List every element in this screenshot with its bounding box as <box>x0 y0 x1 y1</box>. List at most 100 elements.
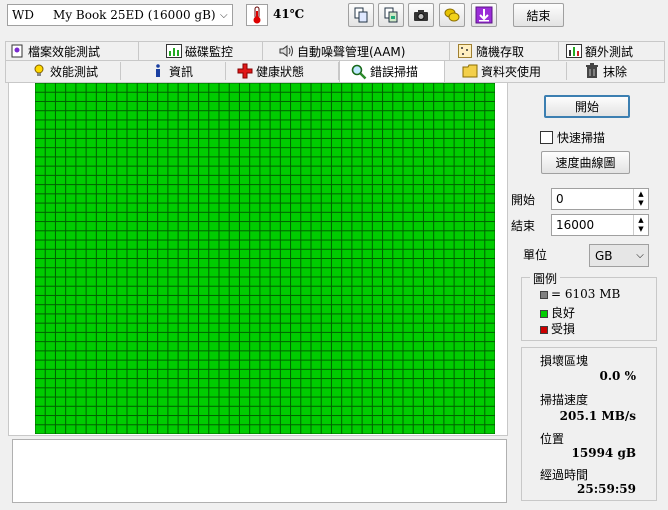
scan-block <box>239 185 250 194</box>
scan-block <box>291 314 301 323</box>
scan-block <box>311 101 321 111</box>
scan-block <box>55 323 66 332</box>
scan-block <box>464 425 475 434</box>
scan-block <box>260 175 270 185</box>
scan-block <box>454 295 464 305</box>
spinner-arrows-icon[interactable]: ▲ ▼ <box>633 215 648 235</box>
screenshot-button[interactable] <box>408 3 434 27</box>
scan-block <box>137 83 147 92</box>
scan-block <box>352 286 362 295</box>
scan-block <box>393 129 403 138</box>
scan-log-area[interactable] <box>12 439 507 503</box>
scan-block <box>403 342 413 351</box>
scan-block <box>403 360 413 369</box>
scan-block <box>76 295 86 305</box>
scan-block <box>86 101 96 111</box>
scan-block <box>66 305 76 314</box>
save-button[interactable] <box>439 3 465 27</box>
range-end-spinner[interactable]: 16000 ▲ ▼ <box>551 214 649 236</box>
scan-block <box>475 323 485 332</box>
scan-block <box>127 157 137 166</box>
download-button[interactable] <box>471 3 497 27</box>
scan-block <box>199 222 209 231</box>
scan-block <box>96 277 107 286</box>
tab-health[interactable]: 健康狀態 <box>226 62 339 80</box>
scan-block <box>107 212 117 222</box>
scan-block <box>107 259 117 268</box>
speed-map-button[interactable]: 速度曲線圖 <box>541 151 630 174</box>
scan-block <box>475 166 485 175</box>
scan-block <box>454 249 464 258</box>
scan-block <box>35 101 45 111</box>
scan-block <box>107 369 117 379</box>
scan-block <box>311 388 321 397</box>
scan-block <box>280 212 291 222</box>
tab-file-benchmark[interactable]: 檔案效能測試 <box>6 42 139 60</box>
scan-block <box>127 406 137 416</box>
scan-block <box>76 369 86 379</box>
scan-block <box>270 240 280 249</box>
scan-block <box>393 240 403 249</box>
unit-select[interactable]: GB ⌵ <box>589 244 649 267</box>
quick-scan-checkbox[interactable]: 快速掃描 <box>540 129 605 146</box>
range-start-spinner[interactable]: 0 ▲ ▼ <box>551 188 649 210</box>
scan-block <box>209 416 219 425</box>
scan-block <box>434 120 444 129</box>
start-scan-button[interactable]: 開始 <box>544 95 630 118</box>
scan-block <box>260 388 270 397</box>
tab-random-access[interactable]: 隨機存取 <box>450 42 559 60</box>
scan-block <box>137 212 147 222</box>
tab-error-scan[interactable]: 錯誤掃描 <box>339 60 445 82</box>
scan-block <box>35 314 45 323</box>
scan-block <box>444 148 454 157</box>
scan-block <box>434 259 444 268</box>
scan-block <box>55 222 66 231</box>
scan-block <box>86 425 96 434</box>
tab-extra-tests[interactable]: 額外測試 <box>559 42 666 60</box>
scan-block <box>147 314 158 323</box>
scan-block <box>158 166 168 175</box>
scan-block <box>137 323 147 332</box>
scan-block <box>342 314 352 323</box>
scan-block <box>475 406 485 416</box>
scan-block <box>444 295 454 305</box>
scan-block <box>372 406 383 416</box>
copy-screenshot-button[interactable] <box>378 3 404 27</box>
copy-text-button[interactable] <box>348 3 374 27</box>
scan-block <box>434 101 444 111</box>
scan-block <box>475 342 485 351</box>
scan-block <box>239 425 250 434</box>
coins-icon <box>444 8 460 22</box>
scan-block <box>485 129 495 138</box>
scan-block <box>209 369 219 379</box>
scan-block <box>137 314 147 323</box>
tab-info[interactable]: 資訊 <box>121 62 226 80</box>
scan-block <box>158 360 168 369</box>
scan-block <box>45 342 55 351</box>
scan-block <box>239 129 250 138</box>
scan-block <box>117 175 127 185</box>
scan-block <box>454 369 464 379</box>
scan-block <box>45 277 55 286</box>
scan-block <box>86 129 96 138</box>
exit-button[interactable]: 結束 <box>513 3 564 27</box>
tab-aam[interactable]: 自動噪聲管理(AAM) <box>263 42 450 60</box>
scan-block <box>147 406 158 416</box>
scan-block <box>117 369 127 379</box>
scan-block <box>178 397 188 406</box>
scan-block <box>342 138 352 148</box>
scan-block <box>127 314 137 323</box>
scan-block <box>331 379 342 388</box>
scan-block <box>55 277 66 286</box>
scan-block <box>280 277 291 286</box>
scan-block <box>178 369 188 379</box>
tab-folder-usage[interactable]: 資料夾使用 <box>445 62 567 80</box>
scan-block <box>423 305 434 314</box>
scan-block <box>331 286 342 295</box>
tab-benchmark[interactable]: 效能測試 <box>6 62 121 80</box>
drive-select[interactable]: WD My Book 25ED (16000 gB) ⌵ <box>7 4 233 26</box>
tab-erase[interactable]: 抹除 <box>567 62 666 80</box>
scan-block <box>209 388 219 397</box>
spinner-arrows-icon[interactable]: ▲ ▼ <box>633 189 648 209</box>
tab-disk-monitor[interactable]: 磁碟監控 <box>139 42 263 60</box>
